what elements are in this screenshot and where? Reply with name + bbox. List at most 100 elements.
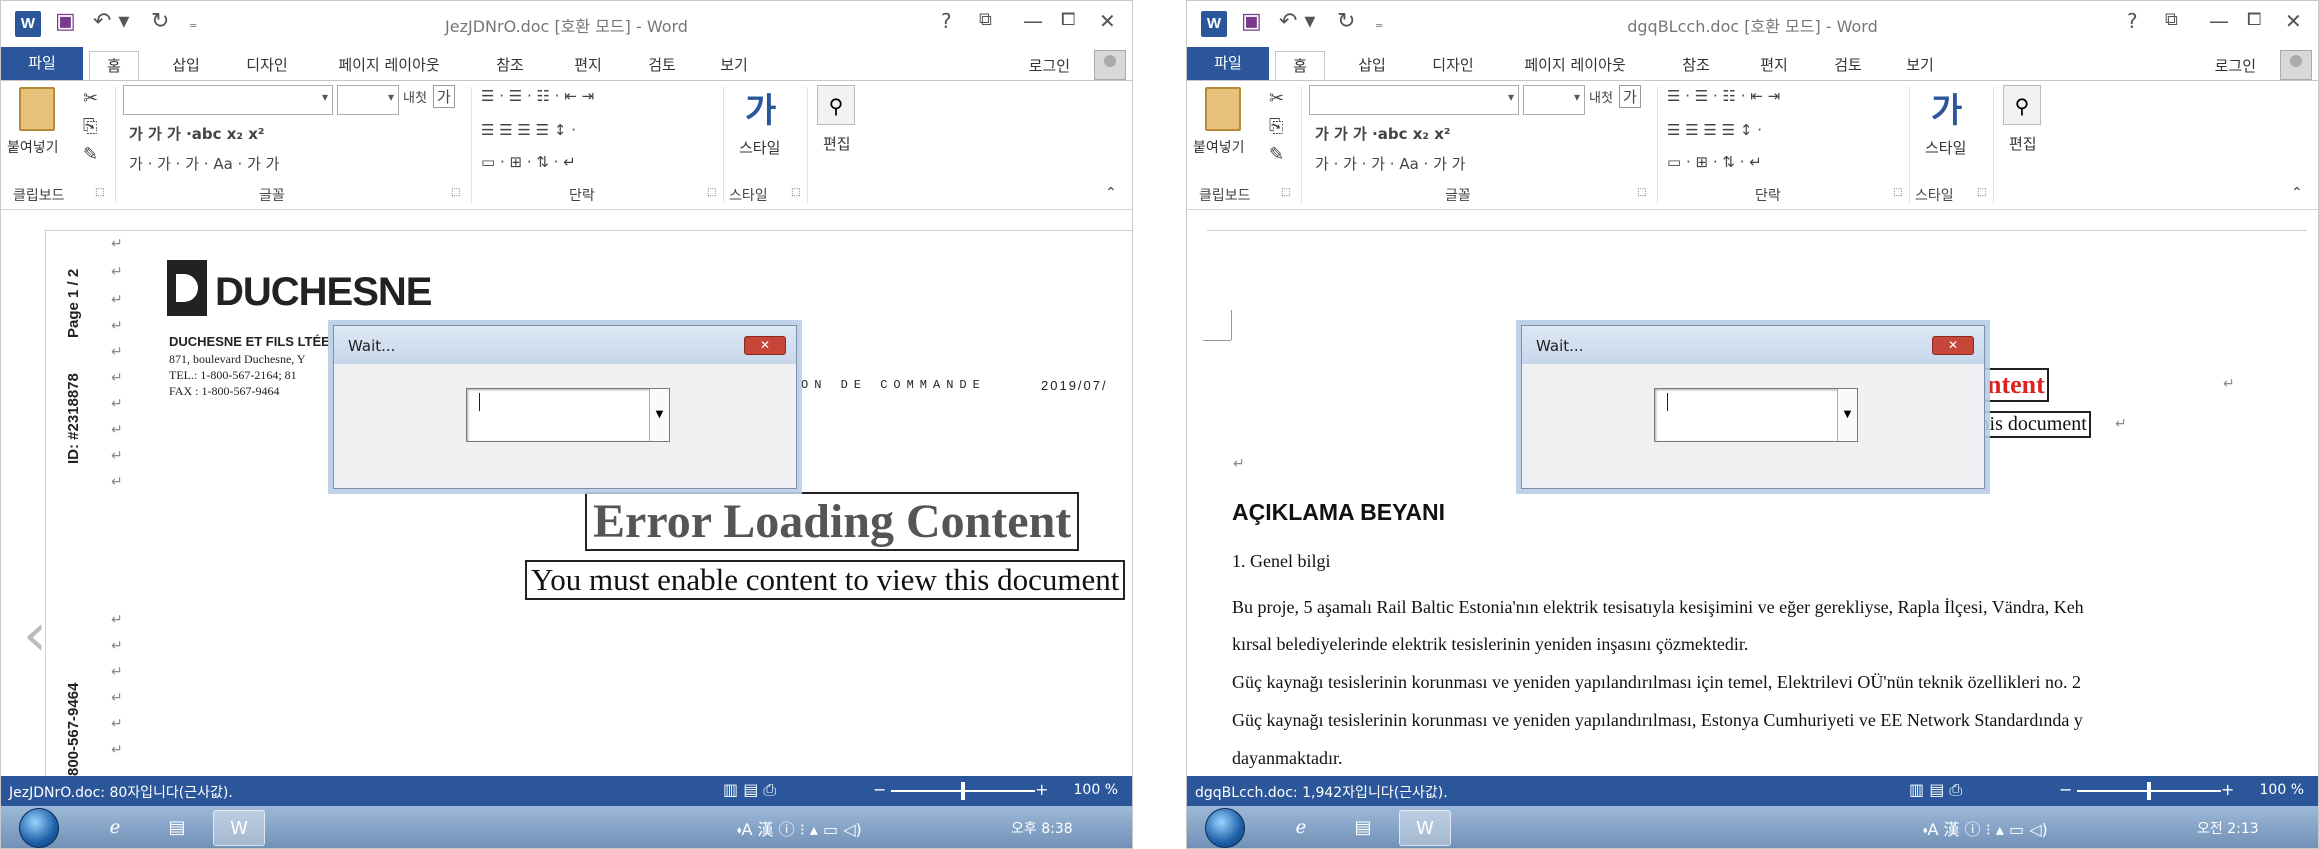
paragraph-expand-icon[interactable]: ⬚	[1893, 187, 1902, 198]
align-row[interactable]: ☰ ☰ ☰ ☰ ↕ ·	[1667, 121, 1762, 139]
close-icon[interactable]: ✕	[2285, 9, 2302, 33]
ie-taskbar-icon[interactable]: ℯ	[1275, 810, 1327, 846]
tab-insert[interactable]: 삽입	[161, 51, 211, 80]
minimize-icon[interactable]: —	[2209, 9, 2229, 33]
font-name-combo[interactable]	[123, 85, 333, 115]
tab-references[interactable]: 참조	[1671, 51, 1721, 80]
tab-view[interactable]: 보기	[709, 51, 759, 80]
zoom-slider-thumb[interactable]	[2147, 782, 2151, 800]
tab-design[interactable]: 디자인	[1421, 51, 1485, 80]
shading-border-row[interactable]: ▭ · ⊞ · ⇅ · ↵	[1667, 153, 1762, 171]
user-avatar[interactable]	[2280, 50, 2312, 80]
tab-mailings[interactable]: 편지	[1749, 51, 1799, 80]
document-area[interactable]: ‹ Page 1 / 2 ID: #2318878 800-567-9464 ↵…	[1, 210, 1132, 776]
dropdown-arrow-icon[interactable]: ▼	[1837, 389, 1857, 441]
font-size-combo[interactable]	[337, 85, 399, 115]
tab-file[interactable]: 파일	[1, 47, 83, 80]
zoom-out-icon[interactable]: −	[2059, 780, 2072, 799]
zoom-in-icon[interactable]: +	[2221, 780, 2234, 799]
list-format-row[interactable]: ☰ · ☰ · ☷ · ⇤ ⇥	[481, 87, 594, 105]
user-avatar[interactable]	[1094, 50, 1126, 80]
view-mode-icons[interactable]: ▥ ▤ ⎙	[723, 780, 776, 800]
styles-icon[interactable]: 가	[745, 83, 776, 132]
login-link[interactable]: 로그인	[2215, 55, 2256, 76]
system-tray-icons[interactable]: ⬪A 漢 ⓘ ⁝ ▴ ▭ ◁)	[1923, 816, 2048, 840]
paste-label[interactable]: 붙여넣기	[1193, 137, 1245, 157]
find-icon[interactable]: ⚲	[817, 85, 855, 125]
restore-icon[interactable]: ⧠	[1061, 9, 1075, 30]
dialog-combobox[interactable]: ▼	[1654, 388, 1858, 442]
tab-file[interactable]: 파일	[1187, 47, 1269, 80]
word-taskbar-icon[interactable]: W	[1399, 810, 1451, 846]
help-icon[interactable]: ?	[2127, 9, 2138, 33]
font-expand-icon[interactable]: ⬚	[1637, 187, 1646, 198]
dialog-combobox[interactable]: ▼	[466, 388, 670, 442]
tab-design[interactable]: 디자인	[235, 51, 299, 80]
clipboard-expand-icon[interactable]: ⬚	[1281, 187, 1290, 198]
taskbar-clock[interactable]: 오전 2:13	[2197, 818, 2259, 838]
start-button[interactable]	[1205, 808, 1245, 848]
zoom-percent[interactable]: 100 %	[1074, 782, 1118, 798]
collapse-ribbon-icon[interactable]: ⌃	[1105, 185, 1117, 201]
tab-page-layout[interactable]: 페이지 레이아웃	[323, 51, 455, 80]
font-format-row2[interactable]: 가 · 가 · 가 · Aa · 가 가	[129, 153, 279, 174]
dialog-close-button[interactable]: ✕	[744, 336, 786, 355]
word-count-status[interactable]: JezJDNrO.doc: 80자입니다(근사값).	[9, 782, 233, 802]
restore-icon[interactable]: ⧠	[2247, 9, 2261, 30]
paste-label[interactable]: 붙여넣기	[7, 137, 59, 157]
collapse-ribbon-icon[interactable]: ⌃	[2291, 185, 2303, 201]
view-mode-icons[interactable]: ▥ ▤ ⎙	[1909, 780, 1962, 800]
font-settings-icon[interactable]: 가	[433, 85, 455, 108]
font-size-combo[interactable]	[1523, 85, 1585, 115]
tab-insert[interactable]: 삽입	[1347, 51, 1397, 80]
font-settings-icon[interactable]: 가	[1619, 85, 1641, 108]
font-size-up-icon[interactable]: 내첫	[403, 87, 427, 106]
minimize-icon[interactable]: —	[1023, 9, 1043, 33]
start-button[interactable]	[19, 808, 59, 848]
styles-button-label[interactable]: 스타일	[1925, 137, 1966, 158]
tab-page-layout[interactable]: 페이지 레이아웃	[1509, 51, 1641, 80]
tab-home[interactable]: 홈	[1275, 51, 1325, 80]
zoom-out-icon[interactable]: −	[873, 780, 886, 799]
font-expand-icon[interactable]: ⬚	[451, 187, 460, 198]
styles-expand-icon[interactable]: ⬚	[1977, 187, 1986, 198]
tab-view[interactable]: 보기	[1895, 51, 1945, 80]
close-icon[interactable]: ✕	[1099, 9, 1116, 33]
zoom-in-icon[interactable]: +	[1035, 780, 1048, 799]
login-link[interactable]: 로그인	[1029, 55, 1070, 76]
help-icon[interactable]: ?	[941, 9, 952, 33]
styles-expand-icon[interactable]: ⬚	[791, 187, 800, 198]
word-count-status[interactable]: dgqBLcch.doc: 1,942자입니다(근사값).	[1195, 782, 1448, 802]
editing-button-label[interactable]: 편집	[2009, 133, 2037, 154]
styles-icon[interactable]: 가	[1931, 83, 1962, 132]
list-format-row[interactable]: ☰ · ☰ · ☷ · ⇤ ⇥	[1667, 87, 1780, 105]
tab-references[interactable]: 참조	[485, 51, 535, 80]
tab-home[interactable]: 홈	[89, 51, 139, 80]
ribbon-display-icon[interactable]: ⧉	[979, 9, 992, 30]
dropdown-arrow-icon[interactable]: ▼	[649, 389, 669, 441]
font-name-combo[interactable]	[1309, 85, 1519, 115]
tab-review[interactable]: 검토	[637, 51, 687, 80]
system-tray-icons[interactable]: ⬪A 漢 ⓘ ⁝ ▴ ▭ ◁)	[737, 816, 862, 840]
explorer-taskbar-icon[interactable]: ▤	[151, 810, 203, 846]
font-format-row1[interactable]: 가 가 가 ·abc x₂ x²	[1315, 123, 1450, 144]
dialog-close-button[interactable]: ✕	[1932, 336, 1974, 355]
zoom-slider-thumb[interactable]	[961, 782, 965, 800]
clipboard-expand-icon[interactable]: ⬚	[95, 187, 104, 198]
clipboard-tool-icons[interactable]: ✂ ⎘ ✎	[83, 85, 103, 169]
find-icon[interactable]: ⚲	[2003, 85, 2041, 125]
paste-icon[interactable]	[19, 87, 55, 131]
clipboard-tool-icons[interactable]: ✂ ⎘ ✎	[1269, 85, 1289, 169]
styles-button-label[interactable]: 스타일	[739, 137, 780, 158]
word-taskbar-icon[interactable]: W	[213, 810, 265, 846]
tab-mailings[interactable]: 편지	[563, 51, 613, 80]
zoom-percent[interactable]: 100 %	[2260, 782, 2304, 798]
previous-page-icon[interactable]: ‹	[23, 600, 47, 670]
font-format-row2[interactable]: 가 · 가 · 가 · Aa · 가 가	[1315, 153, 1465, 174]
taskbar-clock[interactable]: 오후 8:38	[1011, 818, 1073, 838]
align-row[interactable]: ☰ ☰ ☰ ☰ ↕ ·	[481, 121, 576, 139]
ribbon-display-icon[interactable]: ⧉	[2165, 9, 2178, 30]
font-size-up-icon[interactable]: 내첫	[1589, 87, 1613, 106]
tab-review[interactable]: 검토	[1823, 51, 1873, 80]
document-area[interactable]: ontent ↵ this document ↵ ↵ AÇIKLAMA BEYA…	[1187, 210, 2318, 776]
